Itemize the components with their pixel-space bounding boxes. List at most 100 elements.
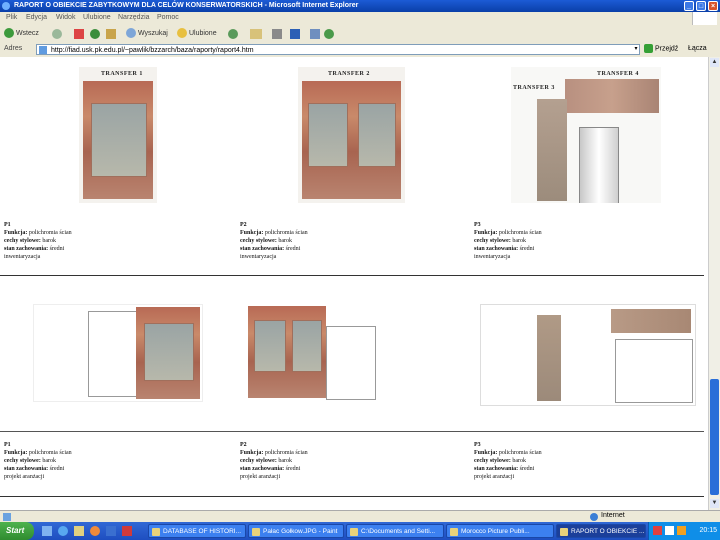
system-tray: 20:15 <box>648 522 720 540</box>
back-button[interactable]: Wstecz <box>4 28 39 40</box>
taskbar-item[interactable]: DATABASE OF HISTORI... <box>148 524 246 538</box>
search-icon <box>126 28 136 39</box>
field-label: cechy stylowe: <box>4 458 41 464</box>
arrangement-2-image <box>244 304 458 400</box>
tray-icon[interactable] <box>653 526 662 535</box>
menu-view[interactable]: Widok <box>56 14 75 21</box>
start-button[interactable]: Start <box>0 522 34 540</box>
mail-icon[interactable] <box>250 29 262 39</box>
page-content: TRANSFER 1 TRANSFER 2 TRANSFER 4 TRANSFE… <box>0 57 708 510</box>
menu-bar: Plik Edycja Widok Ulubione Narzędzia Pom… <box>0 12 720 27</box>
discuss-icon[interactable] <box>310 29 320 39</box>
menu-favorites[interactable]: Ulubione <box>83 14 111 21</box>
menu-tools[interactable]: Narzędzia <box>118 14 150 21</box>
ie-icon <box>2 2 10 10</box>
field-label: Funkcja: <box>240 450 264 456</box>
description-block: P2 Funkcja: polichromia ścian cechy styl… <box>240 441 308 481</box>
home-icon[interactable] <box>106 29 116 39</box>
field-value: polichromia ścian <box>264 450 308 456</box>
photo-title: TRANSFER 4 <box>597 71 639 77</box>
transfer-2-photo: TRANSFER 2 <box>298 67 405 203</box>
back-arrow-icon <box>4 28 14 39</box>
close-button[interactable]: × <box>708 1 718 11</box>
address-input[interactable]: http://fiad.usk.pk.edu.pl/~pawlik/bzzarc… <box>36 44 640 55</box>
field-label: Funkcja: <box>474 450 498 456</box>
field-value: średni <box>285 466 301 472</box>
photo-title: TRANSFER 1 <box>101 71 143 77</box>
quicklaunch-media-icon[interactable] <box>90 526 100 536</box>
field-value: średni <box>519 246 535 252</box>
tray-icon[interactable] <box>677 526 686 535</box>
description-block: P3 Funkcja: polichromia ścian cechy styl… <box>474 221 542 261</box>
maximize-button[interactable]: □ <box>696 1 706 11</box>
go-arrow-icon <box>644 44 653 53</box>
done-icon <box>3 513 11 521</box>
description-block: P1 Funkcja: polichromia ścian cechy styl… <box>4 441 72 481</box>
forward-arrow-icon[interactable] <box>52 29 62 39</box>
item-code: P1 <box>4 442 11 448</box>
quicklaunch-word-icon[interactable] <box>106 526 116 536</box>
search-button[interactable]: Wyszukaj <box>126 28 168 40</box>
item-note: inwentaryzacja <box>474 254 511 260</box>
taskbar-item-label: Pałac Gołkow.JPG - Paint <box>263 528 338 535</box>
taskbar-item[interactable]: C:\Documents and Setti... <box>346 524 444 538</box>
links-label[interactable]: Łącza <box>688 45 707 52</box>
taskbar-item-label: DATABASE OF HISTORI... <box>163 528 242 535</box>
internet-zone-icon <box>590 513 598 521</box>
field-value: barok <box>512 238 526 244</box>
arrangement-1-image <box>33 304 203 402</box>
transfer-1-photo: TRANSFER 1 <box>79 67 157 203</box>
field-label: cechy stylowe: <box>240 458 277 464</box>
doorway <box>579 127 619 203</box>
address-dropdown-icon[interactable]: ▾ <box>632 45 640 55</box>
item-code: P3 <box>474 442 481 448</box>
quicklaunch-desktop-icon[interactable] <box>42 526 52 536</box>
item-code: P3 <box>474 222 481 228</box>
favorites-label: Ulubione <box>188 30 217 37</box>
field-value: polichromia ścian <box>498 230 542 236</box>
field-label: Funkcja: <box>4 450 28 456</box>
taskbar-item[interactable]: Morocco Picture Publi... <box>446 524 554 538</box>
toolbar: Wstecz Wyszukaj Ulubione <box>0 26 720 43</box>
item-code: P2 <box>240 442 247 448</box>
back-label: Wstecz <box>15 30 39 37</box>
minimize-button[interactable]: _ <box>684 1 694 11</box>
transfer-3-4-photo: TRANSFER 4 TRANSFER 3 <box>511 67 661 203</box>
star-icon <box>177 28 187 39</box>
item-code: P2 <box>240 222 247 228</box>
quicklaunch-ie-icon[interactable] <box>58 526 68 536</box>
description-block: P2 Funkcja: polichromia ścian cechy styl… <box>240 221 308 261</box>
history-icon[interactable] <box>228 29 238 39</box>
item-note: projekt aranżacji <box>240 474 281 480</box>
scroll-up-icon[interactable]: ▲ <box>710 58 719 67</box>
print-icon[interactable] <box>272 29 282 39</box>
tray-icon[interactable] <box>665 526 674 535</box>
clock: 20:15 <box>699 527 717 534</box>
stop-icon[interactable] <box>74 29 84 39</box>
quicklaunch-mail-icon[interactable] <box>74 526 84 536</box>
go-label: Przejdź <box>654 45 679 53</box>
favorites-button[interactable]: Ulubione <box>177 28 217 40</box>
refresh-icon[interactable] <box>90 29 100 39</box>
field-value: barok <box>278 238 292 244</box>
taskbar-item-active[interactable]: RAPORT O OBIEKCIE ... <box>556 524 646 538</box>
menu-file[interactable]: Plik <box>6 14 17 21</box>
taskbar-item[interactable]: Pałac Gołkow.JPG - Paint <box>248 524 344 538</box>
menu-help[interactable]: Pomoc <box>157 14 179 21</box>
go-button[interactable]: Przejdź <box>644 44 678 53</box>
field-label: stan zachowania: <box>240 246 285 252</box>
field-label: cechy stylowe: <box>474 458 511 464</box>
scroll-thumb[interactable] <box>710 379 719 495</box>
quicklaunch-acrobat-icon[interactable] <box>122 526 132 536</box>
item-code: P1 <box>4 222 11 228</box>
paint-icon <box>252 528 260 536</box>
item-note: inwentaryzacja <box>240 254 277 260</box>
menu-edit[interactable]: Edycja <box>26 14 47 21</box>
item-note: inwentaryzacja <box>4 254 41 260</box>
vertical-scrollbar[interactable]: ▲ ▼ <box>708 57 720 510</box>
item-note: projekt aranżacji <box>474 474 515 480</box>
messenger-icon[interactable] <box>324 29 334 39</box>
word-icon[interactable] <box>290 29 300 39</box>
scroll-down-icon[interactable]: ▼ <box>710 499 719 508</box>
field-value: średni <box>49 466 65 472</box>
